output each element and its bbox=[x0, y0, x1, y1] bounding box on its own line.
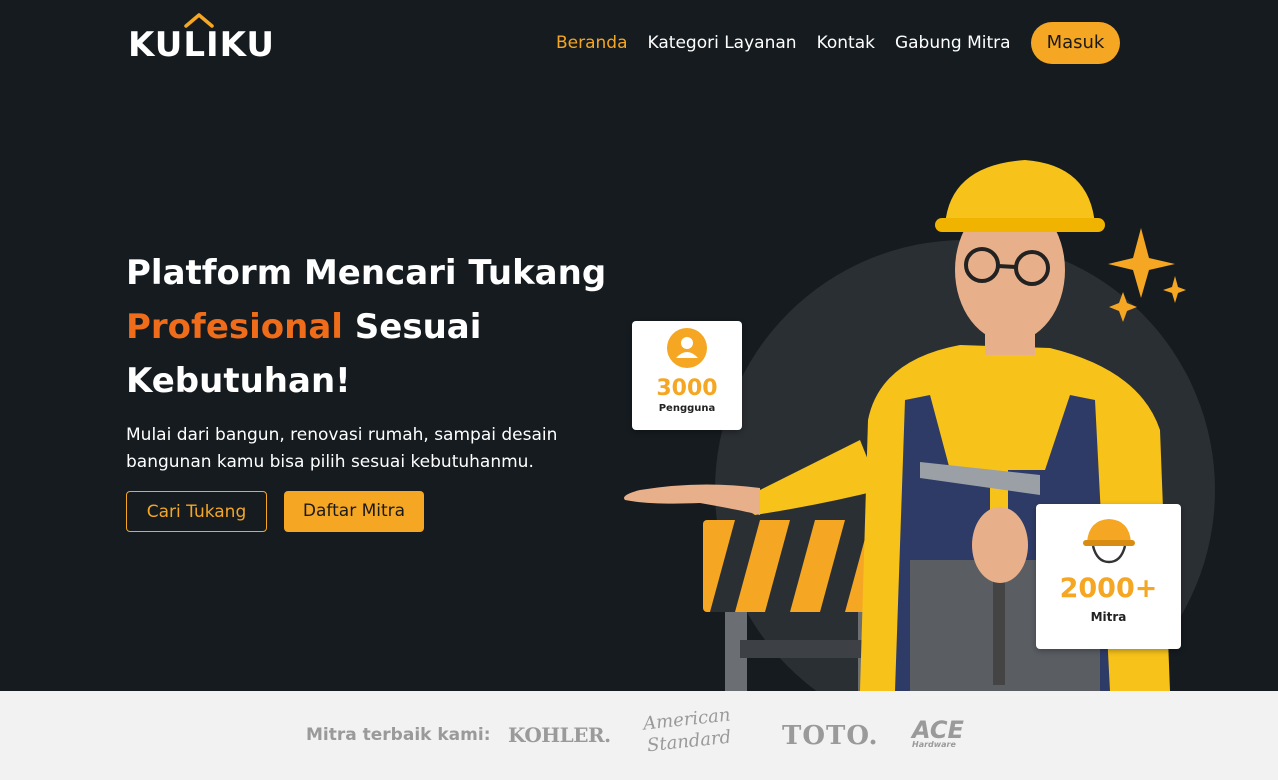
headline-rest: Sesuai bbox=[342, 307, 482, 347]
users-count: 3000 bbox=[656, 376, 718, 401]
sparkle-icon bbox=[1108, 228, 1186, 322]
hero-headline: Platform Mencari Tukang Profesional Sesu… bbox=[126, 246, 626, 408]
mitra-count: 2000+ bbox=[1059, 573, 1158, 604]
partners-strip: Mitra terbaik kami: KOHLER. American Sta… bbox=[0, 691, 1278, 780]
brand-ace-hardware-logo: ACE Hardware bbox=[912, 718, 964, 749]
partners-label: Mitra terbaik kami: bbox=[306, 725, 491, 745]
mitra-label: Mitra bbox=[1090, 610, 1127, 624]
brand-toto-logo: TOTO. bbox=[782, 721, 879, 751]
hero-subtitle: Mulai dari bangun, renovasi rumah, sampa… bbox=[126, 425, 558, 472]
headline-accent: Profesional bbox=[126, 307, 343, 347]
brand-kohler-logo: KOHLER. bbox=[508, 723, 611, 747]
headline-line2: Profesional Sesuai bbox=[126, 300, 626, 354]
stat-card-users: 3000 Pengguna bbox=[632, 321, 742, 430]
cari-tukang-button[interactable]: Cari Tukang bbox=[126, 491, 267, 532]
helmet-icon bbox=[1082, 519, 1135, 564]
user-icon bbox=[667, 328, 707, 368]
daftar-mitra-button[interactable]: Daftar Mitra bbox=[284, 491, 424, 532]
hero-section: KULIKU Beranda Kategori Layanan Kontak G… bbox=[0, 0, 1278, 691]
headline-line1: Platform Mencari Tukang bbox=[126, 253, 607, 293]
stat-card-mitra: 2000+ Mitra bbox=[1036, 504, 1181, 649]
users-label: Pengguna bbox=[658, 403, 716, 414]
headline-line3: Kebutuhan! bbox=[126, 361, 351, 401]
brand-american-standard-logo: American Standard bbox=[642, 704, 733, 757]
